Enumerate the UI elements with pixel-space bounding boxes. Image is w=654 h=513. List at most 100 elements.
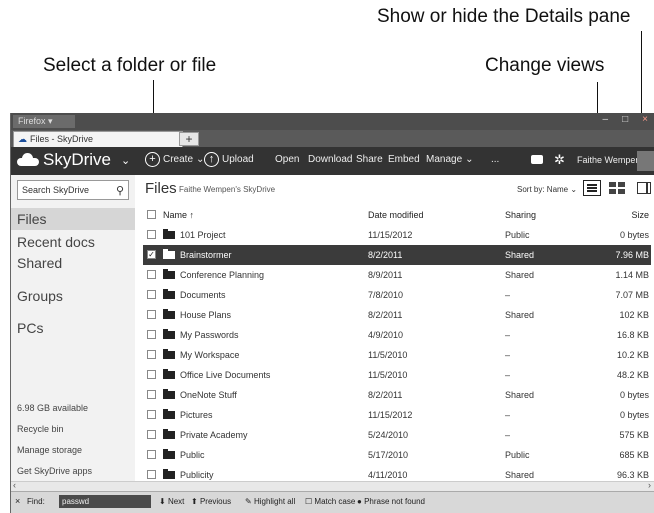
- file-name[interactable]: Private Academy: [180, 425, 248, 445]
- details-pane-toggle[interactable]: [637, 182, 651, 194]
- breadcrumb[interactable]: Faithe Wempen's SkyDrive: [179, 185, 275, 194]
- file-date: 11/15/2012: [368, 230, 413, 240]
- row-checkbox[interactable]: [147, 390, 156, 399]
- page-title: Files: [145, 180, 177, 197]
- new-tab-button[interactable]: +: [179, 132, 199, 146]
- sidebar-item-files[interactable]: Files: [11, 208, 135, 230]
- table-row[interactable]: House Plans 8/2/2011 Shared 102 KB: [143, 305, 651, 325]
- folder-icon: [163, 229, 175, 239]
- thumbnails-view-button[interactable]: [609, 182, 625, 194]
- scroll-right-icon[interactable]: ›: [648, 480, 651, 490]
- file-name[interactable]: Conference Planning: [180, 265, 264, 285]
- file-name[interactable]: 101 Project: [180, 225, 226, 245]
- row-checkbox[interactable]: [147, 370, 156, 379]
- find-input[interactable]: passwd: [59, 495, 151, 508]
- get-apps-link[interactable]: Get SkyDrive apps: [17, 466, 92, 476]
- skydrive-brand-menu[interactable]: SkyDrive ⌄: [17, 150, 130, 170]
- user-name[interactable]: Faithe Wempen: [577, 155, 640, 165]
- file-date: 5/17/2010: [368, 450, 409, 460]
- folder-icon: [163, 409, 175, 419]
- scroll-left-icon[interactable]: ‹: [13, 480, 16, 490]
- sort-by-dropdown[interactable]: Sort by: Name ⌄: [517, 185, 577, 194]
- file-name[interactable]: Pictures: [180, 405, 213, 425]
- horizontal-scrollbar[interactable]: ‹ ›: [11, 480, 654, 491]
- gear-icon[interactable]: ✲: [554, 152, 565, 168]
- open-button[interactable]: Open: [275, 154, 299, 165]
- table-row[interactable]: My Passwords 4/9/2010 – 16.8 KB: [143, 325, 651, 345]
- table-row[interactable]: My Workspace 11/5/2010 – 10.2 KB: [143, 345, 651, 365]
- row-checkbox[interactable]: [147, 330, 156, 339]
- avatar[interactable]: [637, 151, 654, 171]
- table-row[interactable]: 101 Project 11/15/2012 Public 0 bytes: [143, 225, 651, 245]
- row-checkbox[interactable]: [147, 410, 156, 419]
- create-button[interactable]: + Create ⌄: [145, 152, 204, 167]
- find-previous-button[interactable]: ⬆ Previous: [191, 497, 231, 506]
- table-row[interactable]: Conference Planning 8/9/2011 Shared 1.14 MB: [143, 265, 651, 285]
- details-view-button[interactable]: [583, 180, 601, 196]
- file-name[interactable]: Documents: [180, 285, 226, 305]
- file-name[interactable]: Public: [180, 445, 205, 465]
- tab-files-skydrive[interactable]: ☁ Files - SkyDrive: [13, 131, 183, 147]
- file-name[interactable]: Brainstormer: [180, 245, 232, 265]
- file-name[interactable]: House Plans: [180, 305, 231, 325]
- minimize-icon[interactable]: –: [603, 114, 609, 125]
- highlight-all-button[interactable]: ✎ Highlight all: [245, 497, 295, 506]
- list-lines-icon: [587, 190, 597, 192]
- select-all-checkbox[interactable]: [147, 210, 156, 219]
- table-row[interactable]: OneNote Stuff 8/2/2011 Shared 0 bytes: [143, 385, 651, 405]
- upload-button[interactable]: ↑ Upload: [204, 152, 254, 167]
- table-row[interactable]: Pictures 11/15/2012 – 0 bytes: [143, 405, 651, 425]
- sidebar-item-shared[interactable]: Shared: [17, 255, 62, 271]
- table-row[interactable]: Public 5/17/2010 Public 685 KB: [143, 445, 651, 465]
- row-checkbox[interactable]: [147, 350, 156, 359]
- file-name[interactable]: OneNote Stuff: [180, 385, 237, 405]
- sidebar-item-groups[interactable]: Groups: [17, 288, 63, 304]
- table-row[interactable]: Documents 7/8/2010 – 7.07 MB: [143, 285, 651, 305]
- list-lines-icon: [587, 184, 597, 186]
- row-checkbox[interactable]: [147, 470, 156, 479]
- column-date[interactable]: Date modified: [368, 205, 424, 225]
- row-checkbox[interactable]: [147, 270, 156, 279]
- row-checkbox[interactable]: [147, 230, 156, 239]
- close-find-icon[interactable]: ×: [15, 496, 20, 506]
- find-next-button[interactable]: ⬇ Next: [159, 497, 184, 506]
- row-checkbox[interactable]: [147, 430, 156, 439]
- folder-icon: [163, 289, 175, 299]
- download-button[interactable]: Download: [308, 154, 352, 165]
- manage-storage-link[interactable]: Manage storage: [17, 445, 82, 455]
- share-button[interactable]: Share: [356, 154, 383, 165]
- table-row[interactable]: ✓ Brainstormer 8/2/2011 Shared 7.96 MB: [143, 245, 651, 265]
- column-size[interactable]: Size: [631, 205, 649, 225]
- maximize-icon[interactable]: □: [622, 114, 628, 125]
- file-size: 0 bytes: [619, 390, 649, 400]
- recycle-bin-link[interactable]: Recycle bin: [17, 424, 64, 434]
- table-row[interactable]: Private Academy 5/24/2010 – 575 KB: [143, 425, 651, 445]
- sidebar-item-recent-docs[interactable]: Recent docs: [17, 234, 95, 250]
- file-name[interactable]: My Workspace: [180, 345, 239, 365]
- embed-button[interactable]: Embed: [388, 154, 420, 165]
- close-icon[interactable]: ×: [642, 114, 648, 125]
- column-name[interactable]: Name ↑: [163, 205, 194, 225]
- grid-icon: [609, 189, 616, 194]
- row-checkbox[interactable]: [147, 450, 156, 459]
- skydrive-favicon-icon: ☁: [18, 134, 27, 144]
- firefox-menu-button[interactable]: Firefox ▾: [13, 115, 75, 128]
- file-name[interactable]: Office Live Documents: [180, 365, 270, 385]
- more-button[interactable]: ...: [491, 154, 499, 165]
- row-checkbox[interactable]: [147, 310, 156, 319]
- column-sharing[interactable]: Sharing: [505, 205, 536, 225]
- chat-icon[interactable]: [531, 155, 543, 164]
- file-sharing: Shared: [505, 390, 535, 400]
- file-sharing: Shared: [505, 310, 535, 320]
- search-icon[interactable]: ⚲: [116, 182, 124, 200]
- match-case-checkbox[interactable]: ☐ Match case: [305, 497, 355, 506]
- row-checkbox[interactable]: [147, 290, 156, 299]
- search-input[interactable]: Search SkyDrive ⚲: [17, 180, 129, 200]
- sidebar-item-pcs[interactable]: PCs: [17, 320, 43, 336]
- file-size: 0 bytes: [619, 410, 649, 420]
- file-name[interactable]: My Passwords: [180, 325, 239, 345]
- manage-button[interactable]: Manage ⌄: [426, 154, 474, 165]
- file-size: 10.2 KB: [616, 350, 649, 360]
- table-row[interactable]: Office Live Documents 11/5/2010 – 48.2 KB: [143, 365, 651, 385]
- row-checkbox[interactable]: ✓: [147, 250, 156, 259]
